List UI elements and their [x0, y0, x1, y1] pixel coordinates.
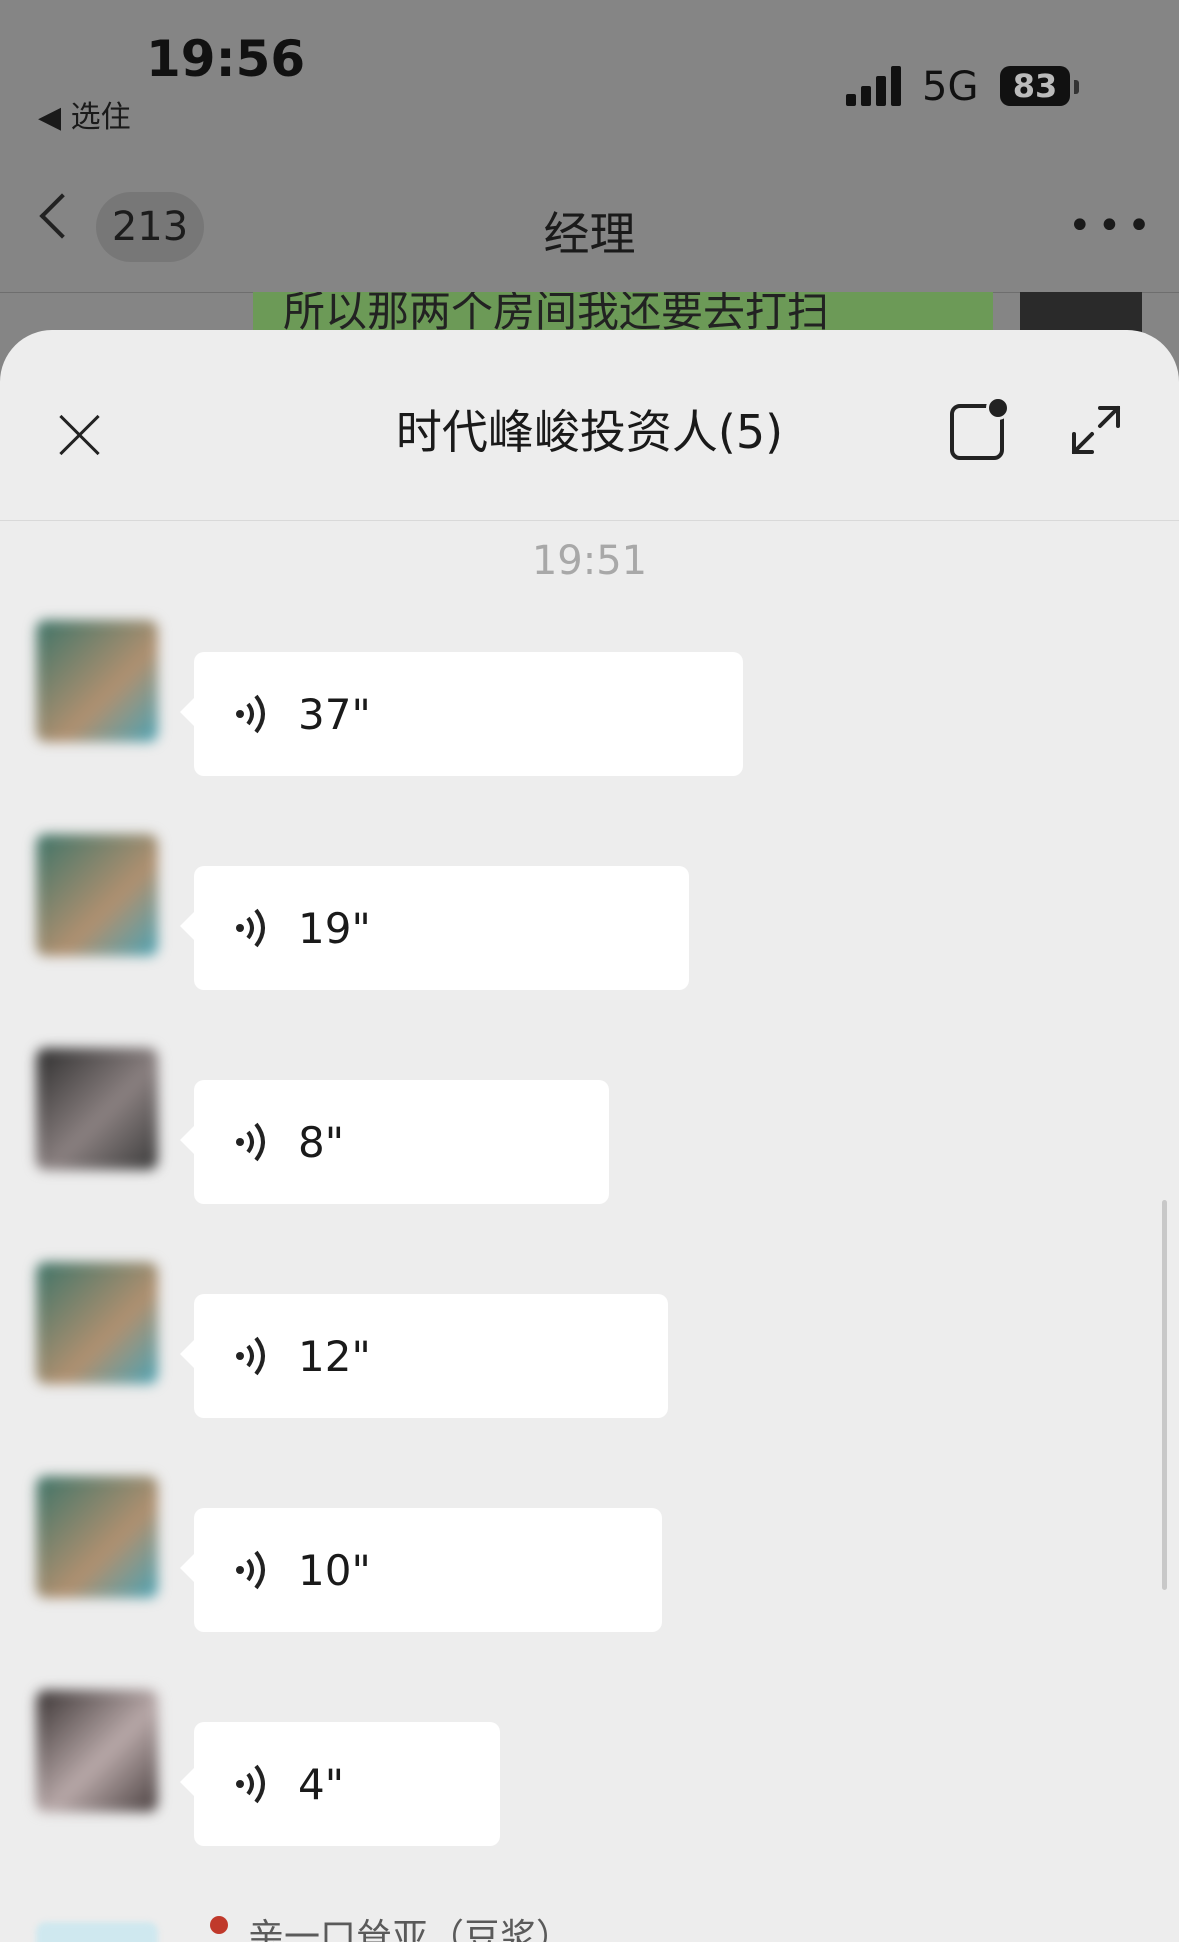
- voice-message-bubble[interactable]: 10": [180, 1508, 662, 1632]
- more-icon[interactable]: •••: [1068, 206, 1157, 246]
- voice-duration: 8": [298, 1118, 345, 1167]
- background-message-bubble: 所以那两个房间我还要去打扫: [253, 292, 993, 334]
- voice-duration: 12": [298, 1332, 371, 1381]
- voice-icon: [236, 1764, 265, 1804]
- voice-icon: [236, 1336, 265, 1376]
- back-to-app-link[interactable]: ◀ 选住: [38, 92, 131, 136]
- list-item: 4": [0, 1690, 1179, 1850]
- list-item: 10": [0, 1476, 1179, 1636]
- voice-message-bubble[interactable]: 37": [180, 652, 743, 776]
- voice-message-bubble[interactable]: 8": [180, 1080, 609, 1204]
- voice-duration: 19": [298, 904, 371, 953]
- avatar[interactable]: [36, 1690, 158, 1812]
- voice-icon: [236, 694, 265, 734]
- battery-tip: [1074, 80, 1079, 94]
- voice-icon: [236, 908, 265, 948]
- list-item: 12": [0, 1262, 1179, 1422]
- avatar[interactable]: [36, 620, 158, 742]
- scrollbar[interactable]: [1162, 1200, 1167, 1590]
- signal-icon: [846, 66, 906, 106]
- message-timestamp: 19:51: [531, 538, 648, 584]
- voice-icon: [236, 1122, 265, 1162]
- list-item: 37": [0, 620, 1179, 780]
- voice-duration: 37": [298, 690, 371, 739]
- voice-message-bubble[interactable]: 4": [180, 1722, 500, 1846]
- chat-title: 经理: [543, 207, 636, 261]
- float-window-dot: [986, 396, 1010, 420]
- background-message-text: 所以那两个房间我还要去打扫: [283, 292, 830, 334]
- list-item: 8": [0, 1048, 1179, 1208]
- avatar[interactable]: [36, 1262, 158, 1384]
- voice-message-bubble[interactable]: 12": [180, 1294, 668, 1418]
- sender-name: 亲一口耸亚（豆浆）: [248, 1917, 573, 1942]
- avatar[interactable]: [36, 1922, 158, 1942]
- status-time: 19:56: [146, 30, 306, 88]
- voice-icon: [236, 1550, 265, 1590]
- avatar[interactable]: [36, 834, 158, 956]
- pin-icon: [210, 1916, 228, 1934]
- forwarded-chat-sheet: 时代峰峻投资人(5) 19:51 37" 19" 8" 12" 10" 4" 亲…: [0, 330, 1179, 1942]
- voice-duration: 10": [298, 1546, 371, 1595]
- avatar[interactable]: [36, 1048, 158, 1170]
- expand-icon[interactable]: [1066, 400, 1126, 460]
- list-item: 19": [0, 834, 1179, 994]
- voice-message-bubble[interactable]: 19": [180, 866, 689, 990]
- avatar[interactable]: [36, 1476, 158, 1598]
- network-label: 5G: [922, 64, 979, 110]
- battery-icon: 83: [1000, 66, 1070, 106]
- background-image-thumb: [1020, 292, 1142, 334]
- sheet-divider: [0, 520, 1179, 521]
- voice-duration: 4": [298, 1760, 345, 1809]
